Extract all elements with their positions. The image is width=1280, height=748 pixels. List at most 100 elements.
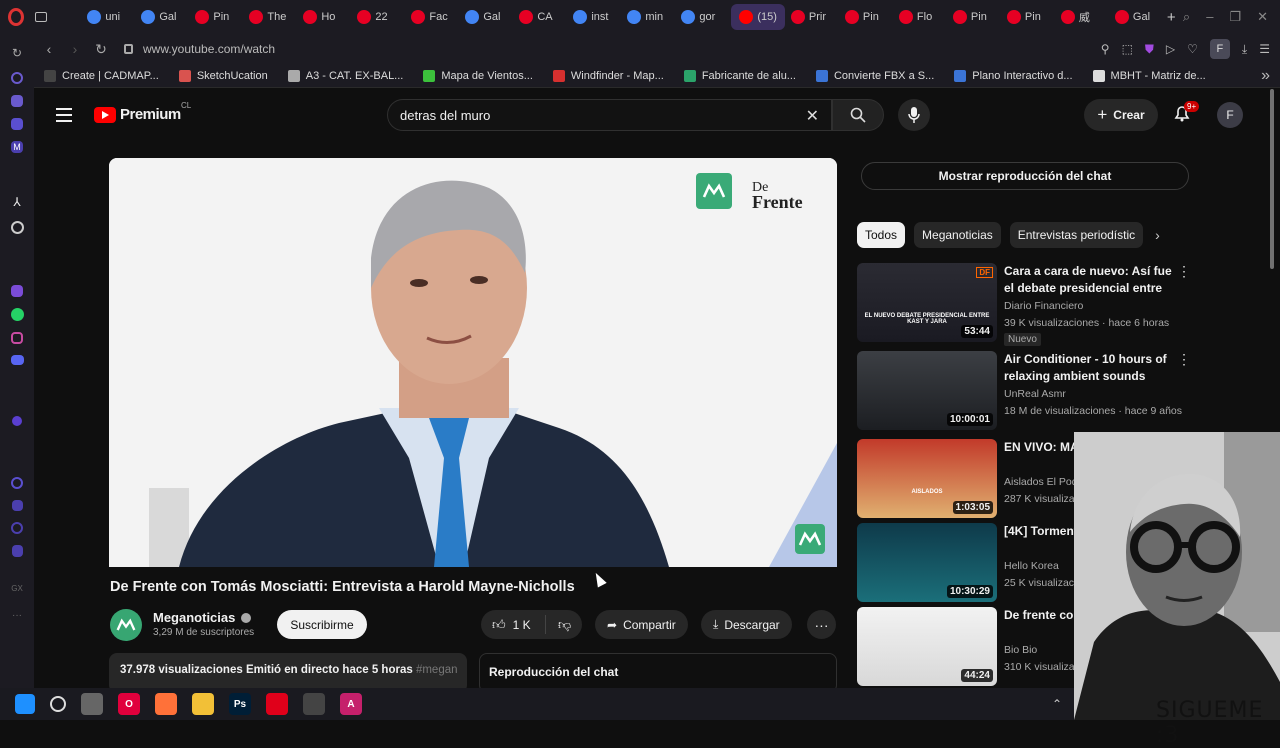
share-button[interactable]: ➦ Compartir	[595, 610, 688, 639]
whatsapp-icon[interactable]	[10, 308, 24, 321]
windows-start-icon[interactable]	[15, 694, 35, 714]
workspace-icon[interactable]	[11, 95, 23, 107]
search-tabs-icon[interactable]: ⌕	[1183, 9, 1190, 25]
video-options-icon[interactable]: ⋮	[1177, 263, 1191, 280]
file-explorer-icon[interactable]	[192, 693, 214, 715]
browser-tab[interactable]: Pin	[949, 4, 1001, 30]
browser-tab[interactable]: CA	[515, 4, 567, 30]
autocad-icon[interactable]	[266, 693, 288, 715]
clear-search-icon[interactable]: ✕	[806, 106, 819, 126]
video-thumbnail[interactable]: 10:30:29	[857, 523, 997, 602]
photoshop-icon[interactable]: Ps	[229, 693, 251, 715]
task-view-icon[interactable]	[81, 693, 103, 715]
history-icon[interactable]	[11, 477, 23, 489]
browser-tab[interactable]: Ho	[299, 4, 351, 30]
vpn-shield-icon[interactable]: ⛊	[1145, 42, 1154, 57]
video-thumbnail[interactable]: AISLADOS 1:03:05	[857, 439, 997, 518]
close-window-button[interactable]: ✕	[1257, 9, 1268, 25]
like-button[interactable]: 👍︎ 1 K	[481, 615, 546, 634]
video-thumbnail[interactable]: EL NUEVO DEBATE PRESIDENCIAL ENTRE KAST …	[857, 263, 997, 342]
bookmark-item[interactable]: Windfinder - Map...	[543, 69, 674, 82]
heart-icon[interactable]: ♡	[1187, 42, 1198, 56]
dislike-button[interactable]: 👎︎	[546, 617, 571, 633]
back-button[interactable]: ‹	[38, 41, 60, 57]
recommended-video[interactable]: 10:00:01 Air Conditioner - 10 hours of re…	[857, 351, 1191, 431]
chatgpt-icon[interactable]	[10, 221, 24, 234]
subscribe-button[interactable]: Suscribirme	[277, 610, 367, 639]
browser-tab[interactable]: (15)	[731, 4, 785, 30]
hashtag[interactable]: #megan	[416, 664, 458, 676]
instagram-icon[interactable]	[11, 332, 23, 344]
extensions-icon[interactable]	[11, 500, 23, 511]
search-icon[interactable]	[50, 696, 66, 712]
new-tab-button[interactable]: +	[1163, 4, 1183, 30]
maximize-button[interactable]: ❐	[1229, 9, 1241, 25]
search-input[interactable]: detras del muro ✕	[387, 99, 832, 131]
bookmark-item[interactable]: Create | CADMAP...	[34, 69, 169, 82]
recommended-title[interactable]: Cara a cara de nuevo: Así fue el debate …	[1004, 263, 1174, 297]
video-player[interactable]: De Frente	[109, 158, 837, 567]
minimize-button[interactable]: –	[1206, 9, 1213, 25]
filter-chip[interactable]: Entrevistas periodístic	[1009, 222, 1144, 248]
youtube-logo[interactable]: Premium	[94, 106, 181, 123]
opera-icon[interactable]: O	[118, 693, 140, 715]
recommended-channel[interactable]: UnReal Asmr	[1004, 388, 1066, 400]
browser-tab[interactable]: Fac	[407, 4, 459, 30]
browser-tab[interactable]: Pin	[191, 4, 243, 30]
guide-menu-icon[interactable]	[56, 108, 72, 126]
forward-button[interactable]: ›	[64, 41, 86, 57]
player-icon[interactable]	[12, 416, 22, 426]
bookmark-item[interactable]: Plano Interactivo d...	[944, 69, 1082, 82]
browser-tab[interactable]: The	[245, 4, 297, 30]
settings-icon[interactable]	[11, 522, 23, 534]
browser-tab[interactable]: inst	[569, 4, 621, 30]
browser-tab[interactable]: Prir	[787, 4, 839, 30]
browser-tab[interactable]: 22	[353, 4, 405, 30]
bookmark-item[interactable]: SketchUcation	[169, 69, 278, 82]
channel-name-row[interactable]: Meganoticias	[153, 610, 252, 625]
download-button[interactable]: ⤓ Descargar	[701, 610, 792, 639]
browser-tab[interactable]: Pin	[1003, 4, 1055, 30]
create-button[interactable]: + Crear	[1084, 99, 1158, 131]
recommended-channel[interactable]: Diario Financiero	[1004, 300, 1083, 312]
page-scrollbar[interactable]	[1270, 89, 1274, 269]
search-button[interactable]	[832, 99, 884, 131]
bookmark-item[interactable]: Mapa de Vientos...	[413, 69, 543, 82]
browser-tab[interactable]: Gal	[461, 4, 513, 30]
firefox-icon[interactable]	[155, 693, 177, 715]
bookmark-item[interactable]: A3 - CAT. EX-BAL...	[278, 69, 414, 82]
video-thumbnail[interactable]: 44:24	[857, 607, 997, 686]
more-sidebar-icon[interactable]: ···	[9, 607, 25, 623]
pen-icon[interactable]	[11, 118, 23, 130]
filter-chip[interactable]: Todos	[857, 222, 906, 248]
aria-icon[interactable]	[11, 72, 23, 84]
browser-tab[interactable]: gor	[677, 4, 729, 30]
chat-replay-panel[interactable]: Reproducción del chat	[479, 653, 837, 688]
recommended-channel[interactable]: Hello Korea	[1004, 560, 1059, 572]
send-icon[interactable]: ▷	[1166, 42, 1175, 56]
channel-avatar[interactable]	[110, 609, 142, 641]
archicad-icon[interactable]: A	[340, 693, 362, 715]
chips-next-icon[interactable]: ›	[1155, 227, 1160, 243]
tray-overflow-icon[interactable]: ⌃	[1052, 697, 1062, 711]
filter-chip[interactable]: Meganoticias	[914, 222, 1001, 248]
shield-icon[interactable]	[11, 545, 23, 557]
download-icon[interactable]: ⤓	[1242, 42, 1247, 57]
bookmark-item[interactable]: MBHT - Matriz de...	[1083, 69, 1216, 82]
discord-icon[interactable]	[10, 355, 24, 365]
bookmarks-overflow-icon[interactable]: »	[1261, 67, 1280, 85]
tab-mail[interactable]	[31, 4, 83, 30]
easy-setup-icon[interactable]: ☰	[1259, 42, 1270, 56]
profile-button[interactable]: F	[1209, 39, 1230, 59]
mail-sidebar-icon[interactable]: M	[11, 141, 23, 153]
reload-button[interactable]: ↻	[90, 41, 112, 58]
refresh-sidebar-icon[interactable]: ↻	[9, 45, 25, 61]
chrome-icon[interactable]	[303, 693, 325, 715]
gx-icon[interactable]: GX	[9, 580, 25, 596]
description-box[interactable]: 37.978 visualizaciones Emitió en directo…	[109, 653, 467, 688]
opera-menu-icon[interactable]	[0, 0, 31, 34]
browser-tab[interactable]: Flo	[895, 4, 947, 30]
recommended-channel[interactable]: Aislados El Pod	[1004, 476, 1078, 488]
video-thumbnail[interactable]: 10:00:01	[857, 351, 997, 430]
recommended-channel[interactable]: Bio Bio	[1004, 644, 1037, 656]
